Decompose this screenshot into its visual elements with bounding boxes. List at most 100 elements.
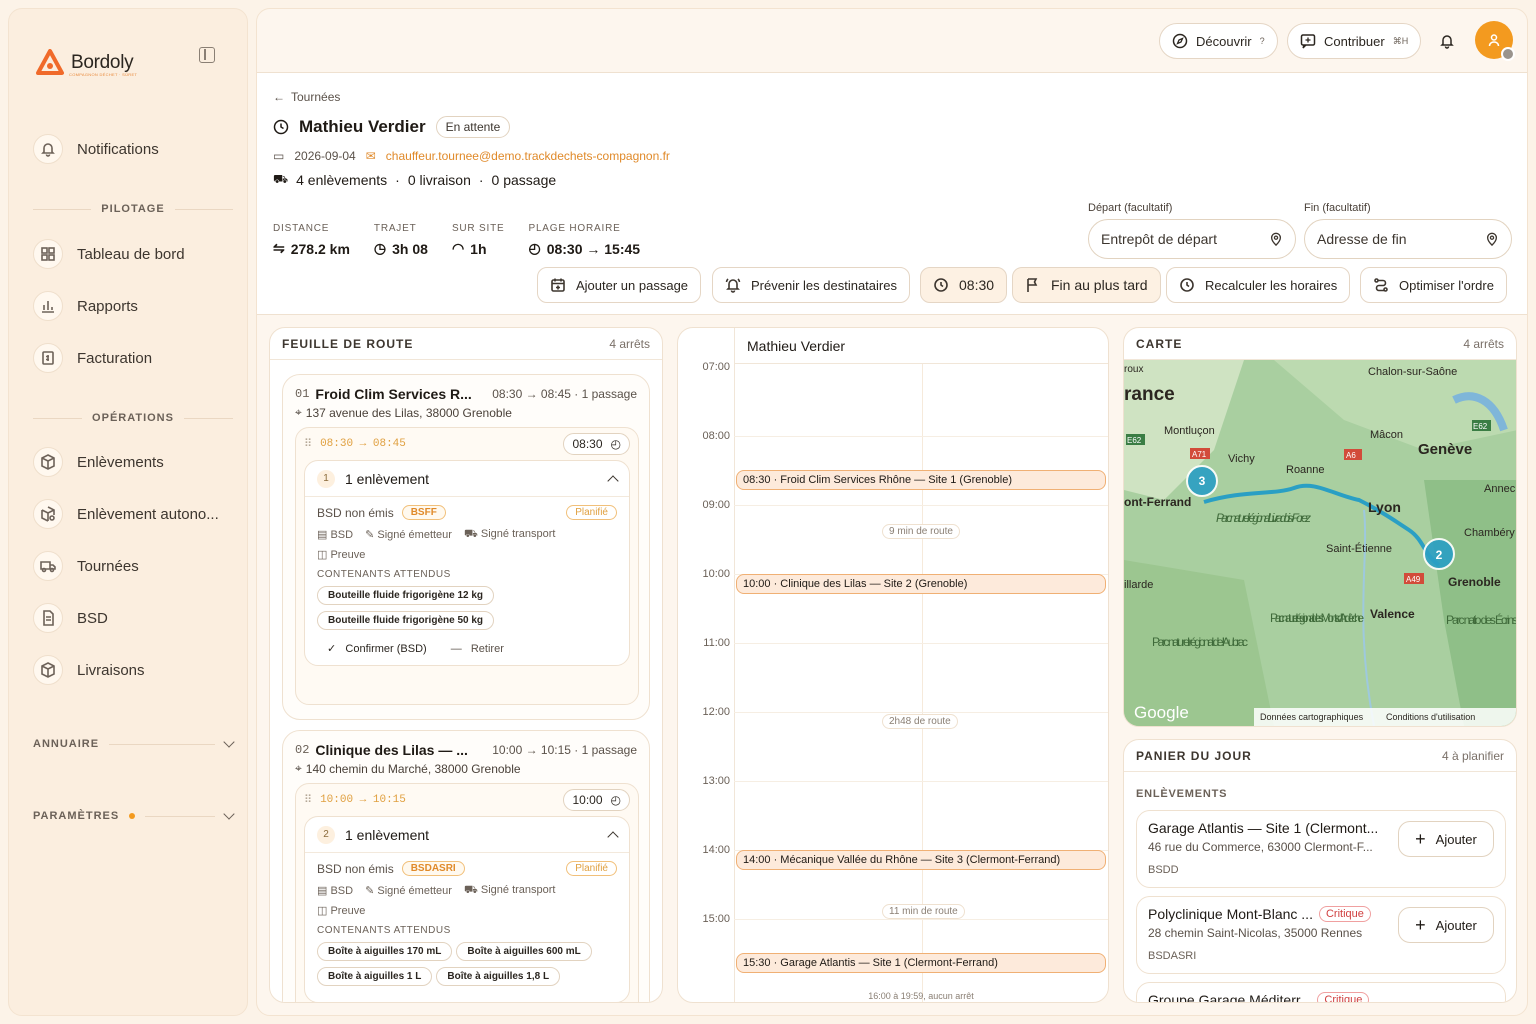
nav-tours[interactable]: Tournées [33, 548, 139, 584]
basket-item[interactable]: Polyclinique Mont-Blanc ... Critique 28 c… [1136, 896, 1506, 974]
stop-card[interactable]: 02 Clinique des Lilas — ... 10:00 → 10:15 … [282, 730, 650, 1002]
timer-icon: ◷ [373, 240, 387, 256]
stop-slot: ⠿ 08:30 → 08:45 08:30 ◴ 11 enlèvement BSD n… [295, 427, 639, 705]
nav-dashboard[interactable]: Tableau de bord [33, 236, 185, 272]
start-time-button[interactable]: 08:30 [920, 267, 1008, 303]
page-title: Mathieu Verdier [299, 117, 426, 136]
topbar: Découvrir? Contribuer ⌘H [257, 9, 1527, 73]
panel-title: FEUILLE DE ROUTE [282, 336, 414, 351]
map-cluster: 2 [1436, 548, 1443, 562]
latest-end-button[interactable]: Fin au plus tard [1012, 267, 1161, 303]
mail-icon: ✉ [365, 149, 376, 163]
clock-icon: ◴ [610, 793, 621, 807]
map-terms-link: Conditions d'utilisation [1386, 712, 1475, 722]
pickup-card: 11 enlèvement BSD non émis BSFF Planifié ▤… [304, 460, 630, 666]
map-label: Parc natio des Écrins [1446, 612, 1517, 627]
hour-label: 14:00 [702, 844, 730, 856]
avatar[interactable] [1475, 21, 1515, 61]
route-map[interactable]: 3 2 Chalon-sur-Saône rance Montluçon Mâc… [1124, 360, 1517, 726]
stat-distance: DISTANCE ⇋ 278.2 km [273, 223, 350, 257]
chevron-up-icon [607, 474, 619, 487]
calendar-panel: Mathieu Verdier 07:00 08:00 09:00 10:00 … [677, 327, 1109, 1003]
map-label: Parc naturel régional des Monts d'Ardèch… [1270, 611, 1364, 625]
optimize-order-button[interactable]: Optimiser l'ordre [1360, 267, 1507, 303]
pickup-card: 21 enlèvement BSD non émis BSDASRI Planifi… [304, 816, 630, 1002]
nav-pickups[interactable]: Enlèvements [33, 444, 164, 480]
stop-card[interactable]: 01 Froid Clim Services R... 08:30 → 08:45 … [282, 374, 650, 720]
map-label: Parc naturel régional de l'Aubrac [1152, 635, 1248, 649]
map-label: Mâcon [1370, 429, 1403, 441]
box-icon [33, 447, 63, 477]
basket-item[interactable]: Garage Atlantis — Site 1 (Clermont... 46… [1136, 810, 1506, 888]
tour-date: 2026-09-04 [294, 149, 356, 163]
nav-notifications[interactable]: Notifications [33, 131, 159, 167]
container-chip: Bouteille fluide frigorigène 12 kg [317, 586, 495, 605]
map-label: rance [1124, 384, 1175, 405]
add-to-tour-button[interactable]: + Ajouter [1398, 907, 1494, 943]
add-to-tour-button[interactable]: + Ajouter [1398, 821, 1494, 857]
notification-dot [129, 813, 136, 819]
nav-label: Livraisons [77, 661, 145, 679]
driver-email[interactable]: chauffeur.tournee@demo.trackdechets-comp… [386, 149, 670, 163]
map-pin-icon: ⌖ [295, 405, 302, 419]
section-parametres[interactable]: PARAMÈTRES [33, 808, 235, 822]
eta-input[interactable]: 10:00 ◴ [563, 789, 630, 811]
calendar-icon: ▭ [273, 149, 285, 163]
calendar-event[interactable]: 15:30 · Garage Atlantis — Site 1 (Clermo… [736, 953, 1106, 973]
calendar-driver: Mathieu Verdier [734, 328, 1108, 364]
nav-bsd[interactable]: BSD [33, 600, 108, 636]
chevron-down-icon [223, 808, 235, 820]
basket-item[interactable]: Groupe Garage Méditerr... Critique [1136, 982, 1506, 1002]
pickup-count: 4 enlèvements [296, 172, 388, 188]
calendar-event[interactable]: 14:00 · Mécanique Vallée du Rhône — Site… [736, 850, 1106, 870]
stop-time: 10:00 → 10:15 · 1 passage [492, 743, 637, 757]
user-icon [1488, 34, 1500, 47]
remove-button[interactable]: — Retirer [451, 643, 504, 655]
breadcrumb[interactable]: ← Tournées [273, 90, 340, 104]
brand-logo-icon [36, 49, 64, 75]
tour-stats: DISTANCE ⇋ 278.2 km TRAJET ◷ 3h 08 SUR SITE ◠… [273, 223, 640, 257]
pickup-toggle[interactable]: 11 enlèvement [305, 461, 629, 497]
pickup-toggle[interactable]: 21 enlèvement [305, 817, 629, 853]
route-icon [1374, 278, 1388, 292]
eta-input[interactable]: 08:30 ◴ [563, 433, 630, 455]
start-address-input[interactable]: Entrepôt de départ [1088, 219, 1296, 259]
package-icon [33, 655, 63, 685]
discover-button[interactable]: Découvrir? [1159, 23, 1278, 59]
drag-handle-icon[interactable]: ⠿ [304, 793, 312, 807]
end-address-input[interactable]: Adresse de fin [1304, 219, 1512, 259]
bell-icon [33, 134, 63, 164]
add-comment-icon [1300, 34, 1316, 49]
sidebar: Bordoly COMPAGNON DÉCHET · SÛRET Notific… [8, 8, 248, 1016]
nav-billing[interactable]: Facturation [33, 340, 152, 376]
add-passage-button[interactable]: Ajouter un passage [537, 267, 702, 303]
hour-label: 07:00 [702, 361, 730, 373]
nav-deliveries[interactable]: Livraisons [33, 652, 145, 688]
drag-handle-icon[interactable]: ⠿ [304, 437, 312, 451]
calendar-event[interactable]: 10:00 · Clinique des Lilas — Site 2 (Gre… [736, 574, 1106, 594]
map-label: Vichy [1228, 453, 1255, 465]
flag-icon [1027, 278, 1038, 292]
collapse-sidebar-icon[interactable] [199, 47, 215, 63]
nav-reports[interactable]: Rapports [33, 288, 138, 324]
compass-icon [1172, 33, 1188, 49]
travel-gap: 11 min de route [882, 904, 965, 919]
notify-recipients-button[interactable]: Prévenir les destinataires [712, 267, 910, 303]
travel-gap: 2h48 de route [882, 714, 958, 729]
brand-logo[interactable]: Bordoly COMPAGNON DÉCHET · SÛRET [35, 49, 137, 77]
map-panel: CARTE 4 arrêts 3 2 Chalon-sur-Saône rance… [1123, 327, 1517, 727]
start-label: Départ (facultatif) [1088, 202, 1173, 214]
calendar-event[interactable]: 08:30 · Froid Clim Services Rhône — Site… [736, 470, 1106, 490]
confirm-bsd-button[interactable]: ✓ Confirmer (BSD) [327, 642, 427, 655]
contribute-button[interactable]: Contribuer ⌘H [1287, 23, 1422, 59]
grid-icon [33, 239, 63, 269]
recalculate-button[interactable]: Recalculer les horaires [1166, 267, 1351, 303]
map-label: Saint-Étienne [1326, 542, 1392, 555]
plus-icon: + [1415, 828, 1426, 849]
nav-autonomous-pickup[interactable]: Enlèvement autono... [33, 496, 219, 532]
calendar-footer: 16:00 à 19:59, aucun arrêt [868, 991, 974, 1001]
bell-ring-icon [725, 278, 741, 293]
bell-icon[interactable] [1439, 33, 1455, 49]
document-icon [33, 603, 63, 633]
section-annuaire[interactable]: ANNUAIRE [33, 736, 235, 750]
